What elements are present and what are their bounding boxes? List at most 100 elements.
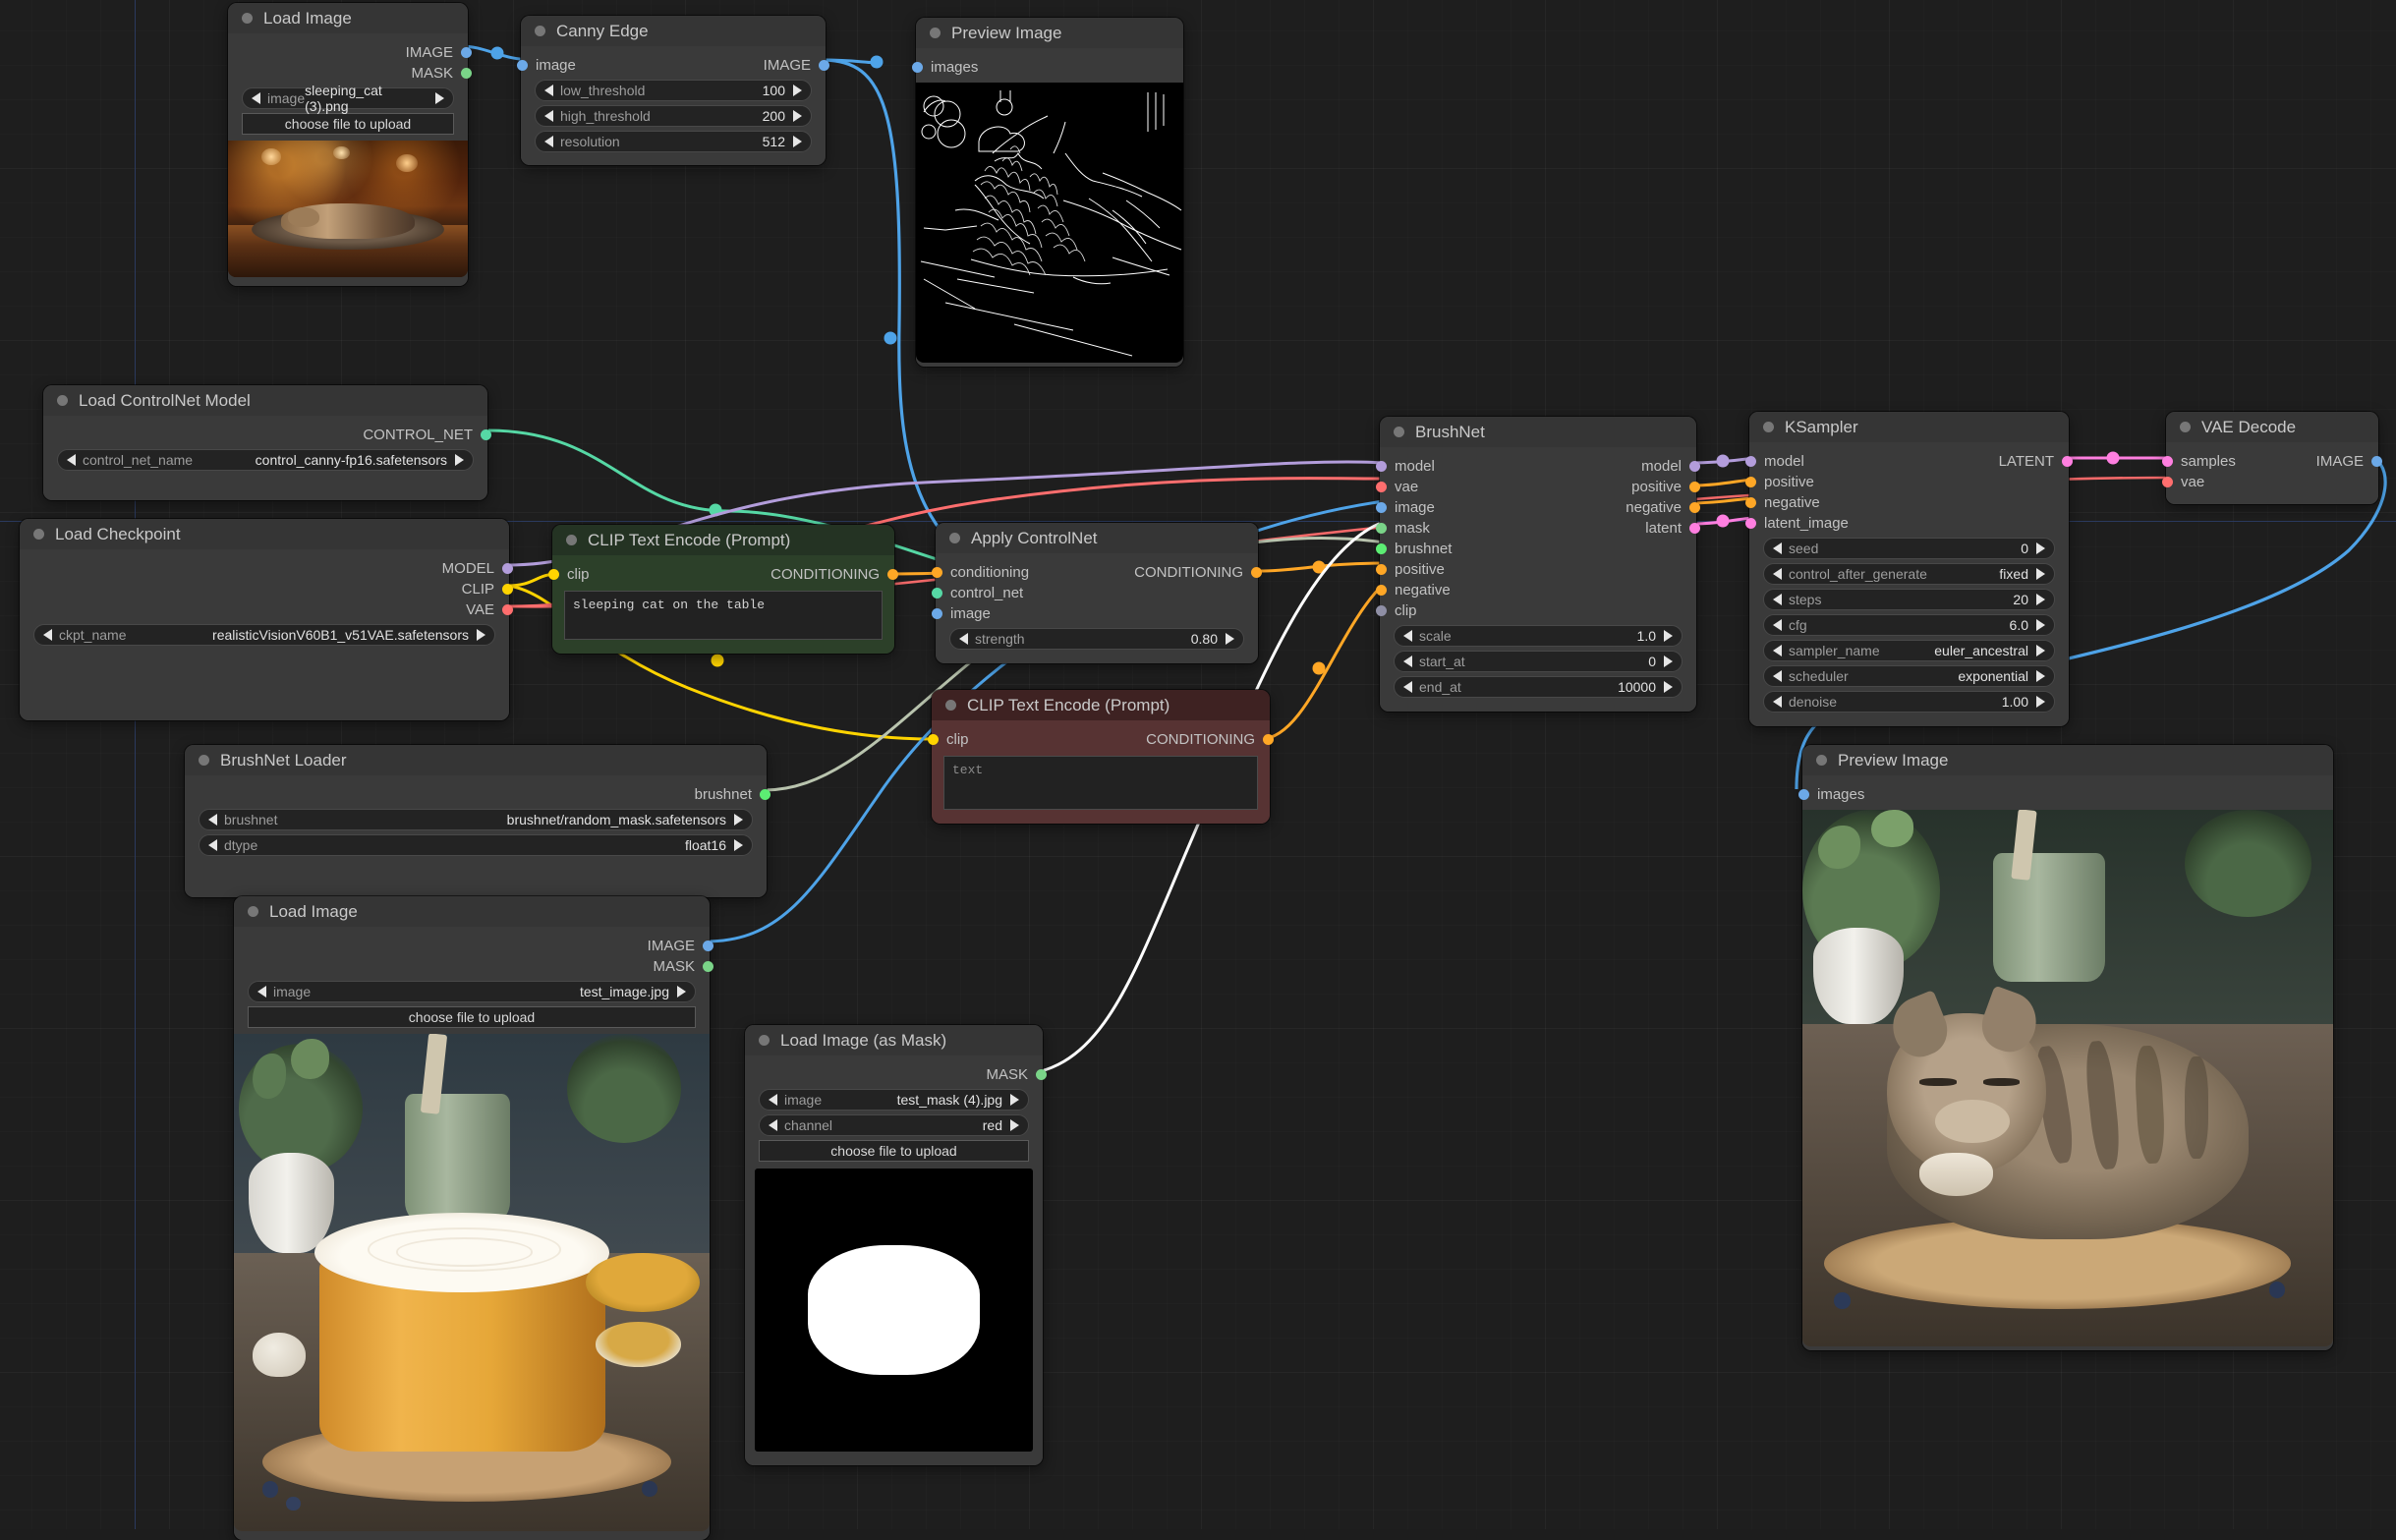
node-collapse-icon[interactable] <box>949 533 960 543</box>
widget-resolution[interactable]: resolution 512 <box>535 131 812 152</box>
brushnet-output-dot[interactable] <box>760 789 770 800</box>
slot-row-negative[interactable]: negative <box>1745 492 2069 513</box>
node-mask-preview[interactable] <box>755 1169 1033 1452</box>
decrement-arrow-icon[interactable] <box>1773 594 1782 605</box>
slot-row-model[interactable]: MODEL <box>20 558 513 579</box>
increment-arrow-icon[interactable] <box>435 92 444 104</box>
increment-arrow-icon[interactable] <box>477 629 485 641</box>
slot-row-mask[interactable]: mask latent <box>1376 518 1700 539</box>
widget-control-net-name[interactable]: control_net_name control_canny-fp16.safe… <box>57 449 474 471</box>
increment-arrow-icon[interactable] <box>2036 645 2045 656</box>
node-collapse-icon[interactable] <box>33 529 44 540</box>
positive-output-dot[interactable] <box>1689 482 1700 492</box>
clip-input-dot[interactable] <box>928 734 939 745</box>
latent-image-input-dot[interactable] <box>1745 518 1756 529</box>
node-collapse-icon[interactable] <box>2180 422 2191 432</box>
image-input-dot[interactable] <box>517 60 528 71</box>
node-clip-text-encode-negative[interactable]: CLIP Text Encode (Prompt) clip CONDITION… <box>928 690 1274 824</box>
increment-arrow-icon[interactable] <box>2036 542 2045 554</box>
decrement-arrow-icon[interactable] <box>1403 630 1412 642</box>
widget-end-at[interactable]: end_at 10000 <box>1394 676 1683 698</box>
widget-control-after-generate[interactable]: control_after_generate fixed <box>1763 563 2055 585</box>
node-preview-image-result[interactable]: Preview Image images <box>1798 745 2333 1350</box>
clip-input-dot[interactable] <box>548 569 559 580</box>
node-collapse-icon[interactable] <box>242 13 253 24</box>
mask-output-dot[interactable] <box>461 68 472 79</box>
node-canny-edge[interactable]: Canny Edge image IMAGE low_threshold 100… <box>517 16 829 165</box>
increment-arrow-icon[interactable] <box>2036 670 2045 682</box>
node-preview-image-edges[interactable]: Preview Image images <box>912 18 1183 367</box>
decrement-arrow-icon[interactable] <box>1773 696 1782 708</box>
slot-row-vae[interactable]: vae positive <box>1376 477 1700 497</box>
increment-arrow-icon[interactable] <box>734 814 743 826</box>
slot-row-mask[interactable]: MASK <box>745 1064 1047 1085</box>
node-collapse-icon[interactable] <box>248 906 258 917</box>
widget-low-threshold[interactable]: low_threshold 100 <box>535 80 812 101</box>
widget-brushnet[interactable]: brushnet brushnet/random_mask.safetensor… <box>199 809 753 830</box>
decrement-arrow-icon[interactable] <box>959 633 968 645</box>
decrement-arrow-icon[interactable] <box>544 136 553 147</box>
decrement-arrow-icon[interactable] <box>1403 656 1412 667</box>
increment-arrow-icon[interactable] <box>1010 1094 1019 1106</box>
node-brushnet[interactable]: BrushNet model model vae positive image … <box>1376 417 1700 712</box>
output-slot-mask[interactable]: MASK <box>228 63 472 84</box>
slot-row-control-net[interactable]: control_net <box>932 583 1258 603</box>
slot-row-images[interactable]: images <box>912 57 1183 78</box>
node-image-preview[interactable] <box>234 1034 710 1531</box>
conditioning-input-dot[interactable] <box>932 567 942 578</box>
control-net-output-dot[interactable] <box>481 429 491 440</box>
decrement-arrow-icon[interactable] <box>544 85 553 96</box>
node-image-preview[interactable] <box>228 141 468 277</box>
decrement-arrow-icon[interactable] <box>1773 670 1782 682</box>
slot-row-brushnet[interactable]: brushnet <box>1376 539 1696 559</box>
slot-row-model[interactable]: model LATENT <box>1745 451 2073 472</box>
decrement-arrow-icon[interactable] <box>208 839 217 851</box>
decrement-arrow-icon[interactable] <box>1773 542 1782 554</box>
increment-arrow-icon[interactable] <box>793 85 802 96</box>
node-vae-decode[interactable]: VAE Decode samples IMAGE vae <box>2162 412 2382 504</box>
node-collapse-icon[interactable] <box>930 28 941 38</box>
latent-output-dot[interactable] <box>1689 523 1700 534</box>
increment-arrow-icon[interactable] <box>1664 656 1673 667</box>
model-input-dot[interactable] <box>1745 456 1756 467</box>
widget-image[interactable]: image test_image.jpg <box>248 981 696 1002</box>
positive-input-dot[interactable] <box>1745 477 1756 487</box>
slot-row-image[interactable]: image negative <box>1376 497 1700 518</box>
slot-row-brushnet[interactable]: brushnet <box>185 784 770 805</box>
increment-arrow-icon[interactable] <box>1226 633 1234 645</box>
slot-row-clip[interactable]: CLIP <box>20 579 513 599</box>
increment-arrow-icon[interactable] <box>677 986 686 998</box>
slot-row-control-net[interactable]: CONTROL_NET <box>43 425 491 445</box>
samples-input-dot[interactable] <box>2162 456 2173 467</box>
slot-row-image[interactable]: image <box>932 603 1258 624</box>
choose-file-to-upload-button[interactable]: choose file to upload <box>248 1006 696 1028</box>
output-slot-image[interactable]: IMAGE <box>228 42 472 63</box>
widget-seed[interactable]: seed 0 <box>1763 538 2055 559</box>
conditioning-output-dot[interactable] <box>1263 734 1274 745</box>
slot-row-clip[interactable]: clip CONDITIONING <box>548 564 898 585</box>
decrement-arrow-icon[interactable] <box>1773 568 1782 580</box>
node-load-checkpoint[interactable]: Load Checkpoint MODEL CLIP VAE ckpt_name… <box>20 519 513 720</box>
widget-steps[interactable]: steps 20 <box>1763 589 2055 610</box>
node-load-image-test[interactable]: Load Image IMAGE MASK image test_image.j… <box>234 896 713 1540</box>
increment-arrow-icon[interactable] <box>2036 696 2045 708</box>
decrement-arrow-icon[interactable] <box>1773 619 1782 631</box>
slot-row-image[interactable]: IMAGE <box>234 936 713 956</box>
image-output-dot[interactable] <box>819 60 829 71</box>
widget-dtype[interactable]: dtype float16 <box>199 834 753 856</box>
slot-row-positive[interactable]: positive <box>1376 559 1696 580</box>
brushnet-input-dot[interactable] <box>1376 543 1387 554</box>
negative-input-dot[interactable] <box>1376 585 1387 596</box>
increment-arrow-icon[interactable] <box>1010 1119 1019 1131</box>
vae-input-dot[interactable] <box>2162 477 2173 487</box>
image-input-dot[interactable] <box>1376 502 1387 513</box>
node-collapse-icon[interactable] <box>57 395 68 406</box>
decrement-arrow-icon[interactable] <box>544 110 553 122</box>
decrement-arrow-icon[interactable] <box>43 629 52 641</box>
latent-output-dot[interactable] <box>2062 456 2073 467</box>
increment-arrow-icon[interactable] <box>2036 619 2045 631</box>
slot-row-clip[interactable]: clip CONDITIONING <box>928 729 1274 750</box>
clip-output-dot[interactable] <box>502 584 513 595</box>
prompt-textarea[interactable]: text <box>943 756 1258 810</box>
node-collapse-icon[interactable] <box>759 1035 770 1046</box>
